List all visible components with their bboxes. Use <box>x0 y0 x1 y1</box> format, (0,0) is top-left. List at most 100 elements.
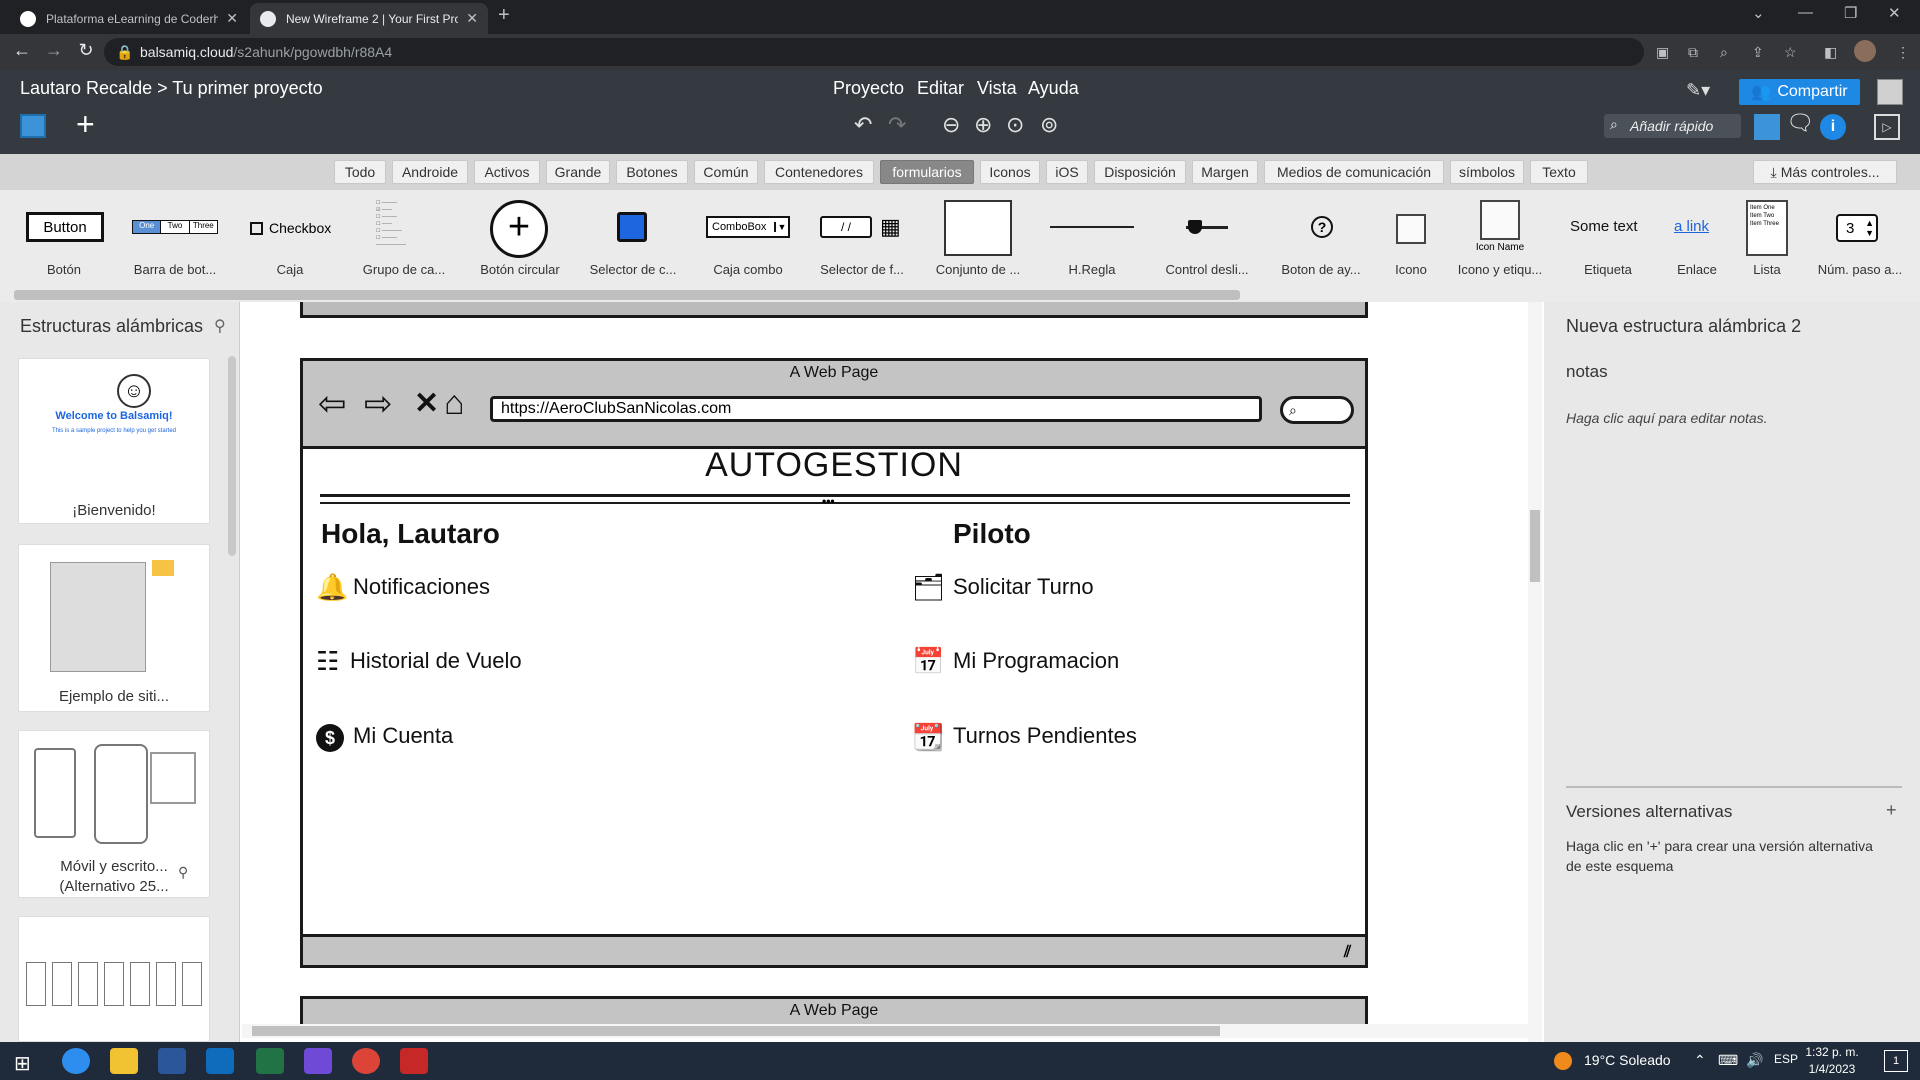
alternate-branch-icon[interactable]: ⚲ <box>178 864 188 881</box>
clock-date[interactable]: 1/4/2023 <box>1800 1062 1864 1076</box>
category-todo[interactable]: Todo <box>334 160 386 184</box>
more-controls-button[interactable]: ⤓ Más controles... <box>1753 160 1897 184</box>
category-formularios[interactable]: formularios <box>880 160 974 184</box>
side-panel-icon[interactable]: ◧ <box>1824 44 1837 61</box>
canvas-horizontal-scrollbar[interactable] <box>252 1026 1220 1036</box>
category-iconos[interactable]: Iconos <box>980 160 1040 184</box>
undo-icon[interactable]: ↶ <box>854 112 872 138</box>
notification-icon[interactable]: 1 <box>1884 1050 1908 1072</box>
present-icon[interactable]: ▷ <box>1874 114 1900 140</box>
file-explorer-icon[interactable] <box>110 1048 138 1074</box>
comment-icon[interactable]: 🗨 <box>1786 110 1814 136</box>
new-tab-icon[interactable]: + <box>498 4 510 27</box>
mail-icon[interactable] <box>206 1048 234 1074</box>
edge-icon[interactable] <box>62 1048 90 1074</box>
weather-text[interactable]: 19°C Soleado <box>1584 1052 1671 1068</box>
menu-editar[interactable]: Editar <box>917 78 964 99</box>
wireframe-view-icon[interactable] <box>1754 114 1780 140</box>
windows-start-icon[interactable]: ⊞ <box>14 1051 31 1076</box>
excel-icon[interactable] <box>256 1048 284 1074</box>
profile-avatar[interactable] <box>1854 40 1876 62</box>
translate-icon[interactable]: ⧉ <box>1688 44 1698 61</box>
app-icon[interactable] <box>304 1048 332 1074</box>
lib-circle-button-preview[interactable]: + <box>490 200 548 258</box>
canvas-vertical-scrollbar[interactable] <box>1530 510 1540 582</box>
zoom-icon[interactable]: ⌕ <box>1720 44 1728 61</box>
close-window-icon[interactable]: ✕ <box>1888 4 1901 22</box>
category-ios[interactable]: iOS <box>1046 160 1088 184</box>
lib-link-preview[interactable]: a link <box>1674 218 1709 235</box>
zoom-fit-icon[interactable]: ⊚ <box>1040 112 1058 138</box>
tray-chevron-icon[interactable]: ⌃ <box>1694 1052 1706 1069</box>
lib-label-preview[interactable]: Some text <box>1570 218 1638 235</box>
category-activos[interactable]: Activos <box>474 160 540 184</box>
lib-fieldset-preview[interactable] <box>944 200 1012 256</box>
tab-new-wireframe[interactable]: New Wireframe 2 | Your First Project ✕ <box>250 3 488 34</box>
zoom-actual-icon[interactable]: ⊙ <box>1006 112 1024 138</box>
menu-ayuda[interactable]: Ayuda <box>1028 78 1079 99</box>
lib-checkbox-group-preview[interactable]: ☐ ――― ☑ ―― ☐ ――― ☐ ―― ☐ ―――― ☐ ――― ―――――― <box>376 200 432 254</box>
branch-icon[interactable]: ⚲ <box>214 316 226 336</box>
lib-checkbox-preview[interactable]: Checkbox <box>250 220 331 236</box>
chrome-menu-icon[interactable]: ⋮ <box>1896 44 1910 61</box>
balsamiq-icon[interactable] <box>400 1048 428 1074</box>
volume-icon[interactable]: 🔊 <box>1746 1052 1763 1069</box>
library-scrollbar[interactable] <box>14 290 1240 300</box>
language-indicator[interactable]: ESP <box>1774 1052 1798 1066</box>
send-icon[interactable]: ⇪ <box>1752 44 1764 61</box>
breadcrumb[interactable]: Lautaro Recalde > Tu primer proyecto <box>20 78 323 99</box>
lib-buttonbar-preview[interactable]: One Two Three <box>132 220 218 234</box>
category-margen[interactable]: Margen <box>1192 160 1258 184</box>
close-tab-icon[interactable]: ✕ <box>466 10 478 27</box>
lib-icon-preview[interactable] <box>1396 214 1426 244</box>
url-field[interactable]: balsamiq.cloud/s2ahunk/pgowdbh/r88A4 <box>104 38 1644 66</box>
category-medios[interactable]: Medios de comunicación <box>1264 160 1444 184</box>
lib-icon-label-preview[interactable] <box>1480 200 1520 240</box>
share-button[interactable]: 👥 Compartir <box>1739 79 1860 105</box>
category-comun[interactable]: Común <box>694 160 758 184</box>
pencil-icon[interactable]: ✎▾ <box>1686 80 1710 101</box>
zoom-out-icon[interactable]: ⊖ <box>942 112 960 138</box>
back-icon[interactable]: ← <box>10 40 34 61</box>
clock-time[interactable]: 1:32 p. m. <box>1800 1045 1864 1059</box>
category-disposicion[interactable]: Disposición <box>1094 160 1186 184</box>
user-avatar[interactable] <box>1877 79 1903 105</box>
minimize-icon[interactable]: — <box>1798 4 1813 21</box>
lib-stepper-preview[interactable]: 3 ▲ ▼ <box>1836 214 1878 242</box>
lib-slider-thumb[interactable] <box>1188 220 1202 234</box>
lib-combobox-preview[interactable]: ComboBox ▼ <box>706 216 790 238</box>
category-androide[interactable]: Androide <box>392 160 468 184</box>
word-icon[interactable] <box>158 1048 186 1074</box>
panel-divider[interactable] <box>1566 786 1902 788</box>
lib-help-button-preview[interactable]: ? <box>1311 216 1333 238</box>
category-simbolos[interactable]: símbolos <box>1450 160 1524 184</box>
lib-list-preview[interactable]: Item One Item Two Item Three <box>1746 200 1788 256</box>
add-alternate-icon[interactable]: + <box>1886 800 1897 821</box>
tab-coderhouse[interactable]: Plataforma eLearning de Coderhouse ✕ <box>10 3 248 34</box>
close-tab-icon[interactable]: ✕ <box>226 10 238 27</box>
category-texto[interactable]: Texto <box>1530 160 1588 184</box>
tab-search-icon[interactable]: ⌄ <box>1752 4 1765 22</box>
menu-vista[interactable]: Vista <box>977 78 1017 99</box>
quick-add-input[interactable]: Añadir rápido <box>1604 114 1741 138</box>
redo-icon[interactable]: ↷ <box>888 112 906 138</box>
lib-button-preview[interactable]: Button <box>26 212 104 242</box>
wireframes-scrollbar[interactable] <box>228 356 236 556</box>
restore-icon[interactable]: ❐ <box>1844 4 1857 22</box>
share-page-icon[interactable]: ▣ <box>1656 44 1669 61</box>
chrome-icon[interactable] <box>352 1048 380 1074</box>
menu-proyecto[interactable]: Proyecto <box>833 78 904 99</box>
wireframe-thumb-welcome[interactable] <box>18 358 210 524</box>
info-icon[interactable]: i <box>1820 114 1846 140</box>
lib-hrule-preview[interactable] <box>1050 226 1134 228</box>
reload-icon[interactable]: ↻ <box>74 40 98 61</box>
notes-editor[interactable]: Haga clic aquí para editar notas. <box>1566 410 1768 426</box>
wireframe-name[interactable]: Nueva estructura alámbrica 2 <box>1566 316 1801 337</box>
toggle-panels-icon[interactable] <box>20 114 46 138</box>
lock-icon[interactable]: 🔒 <box>116 44 133 61</box>
category-botones[interactable]: Botones <box>616 160 688 184</box>
forward-icon[interactable]: → <box>42 40 66 61</box>
bookmark-star-icon[interactable]: ☆ <box>1784 44 1797 61</box>
category-contenedores[interactable]: Contenedores <box>764 160 874 184</box>
lib-color-picker-preview[interactable] <box>617 212 647 242</box>
